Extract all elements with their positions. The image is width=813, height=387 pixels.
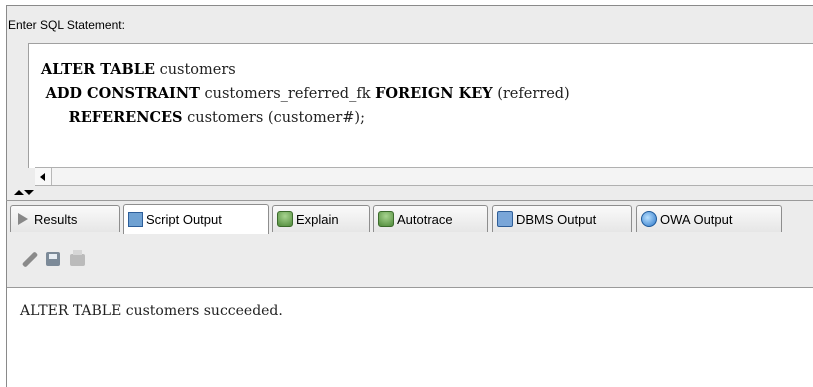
script-output-panel[interactable]: ALTER TABLE customers succeeded. [7, 287, 813, 387]
script-icon [128, 212, 143, 227]
code-line-1: ALTER TABLE customers [41, 61, 236, 78]
keyword: REFERENCES [68, 109, 183, 126]
sql-code: ALTER TABLE customers ADD CONSTRAINT cus… [41, 58, 570, 130]
tab-explain[interactable]: Explain [272, 205, 370, 232]
output-tabs: Results Script Output Explain Autotrace … [10, 204, 813, 235]
save-icon [46, 252, 60, 266]
scroll-left-button[interactable] [35, 168, 52, 185]
tab-label: Script Output [146, 212, 222, 227]
code-text: customers_referred_fk [199, 86, 376, 102]
output-message: ALTER TABLE customers succeeded. [20, 303, 283, 319]
collapse-up-icon[interactable] [14, 190, 24, 195]
tab-label: DBMS Output [516, 211, 597, 227]
dbms-icon [497, 211, 513, 227]
print-button[interactable] [68, 250, 86, 268]
tab-label: OWA Output [660, 211, 733, 227]
tab-results[interactable]: Results [10, 205, 120, 232]
tab-owa-output[interactable]: OWA Output [636, 205, 782, 232]
print-icon [70, 250, 85, 266]
tab-autotrace[interactable]: Autotrace [373, 205, 488, 232]
save-button[interactable] [44, 250, 62, 268]
keyword: ALTER TABLE [41, 61, 155, 78]
panel-divider [6, 200, 813, 201]
arrow-left-icon [40, 173, 45, 181]
code-line-3: REFERENCES customers (customer#); [68, 109, 365, 126]
tab-dbms-output[interactable]: DBMS Output [492, 205, 632, 232]
tab-script-output[interactable]: Script Output [123, 204, 269, 234]
play-icon [15, 211, 31, 227]
output-toolbar [20, 250, 140, 272]
sql-editor[interactable]: ALTER TABLE customers ADD CONSTRAINT cus… [28, 43, 813, 168]
autotrace-icon [378, 211, 394, 227]
explain-icon [277, 211, 293, 227]
keyword: FOREIGN KEY [375, 85, 493, 102]
panel-splitter[interactable] [14, 190, 34, 204]
owa-icon [641, 211, 657, 227]
code-line-2: ADD CONSTRAINT customers_referred_fk FOR… [45, 85, 570, 102]
tab-label: Results [34, 211, 78, 227]
sql-statement-label: Enter SQL Statement: [8, 18, 125, 32]
code-text: customers [154, 62, 236, 78]
pencil-icon [21, 251, 39, 268]
code-text: (referred) [492, 86, 570, 102]
tab-label: Explain [296, 211, 339, 227]
tab-label: Autotrace [397, 211, 453, 227]
code-text: customers (customer#); [182, 110, 365, 126]
keyword: ADD CONSTRAINT [45, 85, 200, 102]
clear-button[interactable] [20, 250, 39, 268]
editor-horizontal-scrollbar[interactable] [35, 167, 813, 186]
expand-down-icon[interactable] [24, 190, 34, 195]
